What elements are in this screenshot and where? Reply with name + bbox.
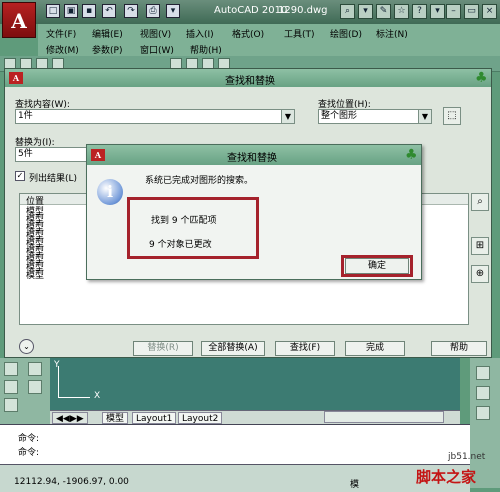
message-title: 查找和替换 <box>227 153 277 164</box>
wrench-icon[interactable]: ✎ <box>376 4 391 19</box>
menu-format[interactable]: 格式(O) <box>232 27 264 40</box>
dialog-title: 查找和替换 <box>225 76 275 87</box>
message-text: 系统已完成对图形的搜索。 <box>145 176 254 186</box>
help-dropdown-icon[interactable]: ▾ <box>430 4 445 19</box>
minimize-icon[interactable]: – <box>446 4 461 19</box>
menu-dimension[interactable]: 标注(N) <box>376 27 408 40</box>
search-dropdown-icon[interactable]: ▾ <box>358 4 373 19</box>
location-value: 整个图形 <box>321 111 358 121</box>
help-button[interactable]: 帮助 <box>431 341 487 356</box>
find-input[interactable]: 1件 ▼ <box>15 109 295 124</box>
menu-file[interactable]: 文件(F) <box>46 27 76 40</box>
zoom-to-icon[interactable]: ⌕ <box>471 193 489 211</box>
redo-icon[interactable]: ↷ <box>124 4 138 18</box>
autocad-mini-icon: A <box>91 149 105 161</box>
menu-draw[interactable]: 绘图(D) <box>330 27 362 40</box>
menu-window[interactable]: 窗口(W) <box>140 43 174 56</box>
document-title: 1290.dwg <box>278 5 328 16</box>
app-title: AutoCAD 2010 <box>214 5 288 16</box>
expand-options-icon[interactable]: ⌄ <box>19 339 34 354</box>
restore-icon[interactable]: ▭ <box>464 4 479 19</box>
binoculars-icon[interactable]: ⌕ <box>340 4 355 19</box>
location-select[interactable]: 整个图形 ▼ <box>318 109 432 124</box>
clover-icon: ♣ <box>405 147 418 163</box>
menu-insert[interactable]: 插入(I) <box>186 27 214 40</box>
clover-icon: ♣ <box>475 70 488 86</box>
tool-icon[interactable] <box>4 398 18 412</box>
tab-layout2[interactable]: Layout2 <box>178 412 223 424</box>
list-item[interactable]: 模型 <box>26 272 44 281</box>
watermark-site: jb51.net <box>448 452 486 462</box>
select-objects-icon[interactable]: ⬚ <box>443 107 461 125</box>
tool-icon[interactable] <box>476 366 490 380</box>
command-line: 命令: <box>18 448 40 458</box>
ucs-y-label: Y <box>54 360 60 370</box>
chevron-down-icon[interactable]: ▼ <box>418 110 431 123</box>
save-icon[interactable]: ▪ <box>82 4 96 18</box>
undo-icon[interactable]: ↶ <box>102 4 116 18</box>
autocad-logo-icon[interactable]: A <box>2 2 36 38</box>
chevron-down-icon[interactable]: ▼ <box>281 110 294 123</box>
tab-nav-arrows[interactable]: ◀◀▶▶ <box>52 412 88 424</box>
find-button[interactable]: 查找(F) <box>275 341 335 356</box>
status-model[interactable]: 模 <box>350 477 359 490</box>
list-results-checkbox[interactable]: ✓ <box>15 171 25 181</box>
menu-modify[interactable]: 修改(M) <box>46 43 79 56</box>
tool-icon[interactable] <box>28 380 42 394</box>
find-value: 1件 <box>18 111 33 121</box>
list-results-label: 列出结果(L) <box>29 174 78 184</box>
close-icon[interactable]: × <box>482 4 497 19</box>
matches-found-text: 找到 9 个匹配项 <box>151 216 217 226</box>
drawing-canvas[interactable] <box>50 358 460 410</box>
menu-tools[interactable]: 工具(T) <box>284 27 315 40</box>
help-icon[interactable]: ? <box>412 4 427 19</box>
message-dialog: A 查找和替换 ♣ i 系统已完成对图形的搜索。 找到 9 个匹配项 9 个对象… <box>86 144 422 280</box>
print-icon[interactable]: ⎙ <box>146 4 160 18</box>
done-button[interactable]: 完成 <box>345 341 405 356</box>
create-selection-icon[interactable]: ⊞ <box>471 237 489 255</box>
replace-button[interactable]: 替换(R) <box>133 341 193 356</box>
objects-changed-text: 9 个对象已更改 <box>149 240 212 250</box>
dialog-title-bar: A 查找和替换 ♣ <box>5 69 491 87</box>
tool-icon[interactable] <box>4 380 18 394</box>
tool-icon[interactable] <box>4 362 18 376</box>
add-selection-icon[interactable]: ⊕ <box>471 265 489 283</box>
ok-button[interactable]: 确定 <box>345 258 409 274</box>
column-location: 位置 <box>26 197 45 207</box>
message-title-bar: A 查找和替换 ♣ <box>87 145 421 165</box>
menu-view[interactable]: 视图(V) <box>140 27 171 40</box>
menu-parametric[interactable]: 参数(P) <box>92 43 122 56</box>
horizontal-scrollbar[interactable] <box>324 411 444 423</box>
tool-icon[interactable] <box>476 406 490 420</box>
menu-help[interactable]: 帮助(H) <box>190 43 222 56</box>
menu-edit[interactable]: 编辑(E) <box>92 27 123 40</box>
ucs-x-label: X <box>94 391 101 401</box>
tool-icon[interactable] <box>476 386 490 400</box>
new-icon[interactable]: □ <box>46 4 60 18</box>
autocad-mini-icon: A <box>9 72 23 84</box>
ucs-icon <box>58 366 90 398</box>
tab-layout1[interactable]: Layout1 <box>132 412 177 424</box>
replace-all-button[interactable]: 全部替换(A) <box>201 341 265 356</box>
baidu-watermark: Bai <box>360 440 393 461</box>
dropdown-icon[interactable]: ▾ <box>166 4 180 18</box>
replace-value: 5件 <box>18 149 33 159</box>
command-line: 命令: <box>18 434 40 444</box>
info-icon: i <box>97 179 123 205</box>
tool-icon[interactable] <box>28 362 42 376</box>
open-icon[interactable]: ▣ <box>64 4 78 18</box>
coordinates-readout: 12112.94, -1906.97, 0.00 <box>14 477 129 487</box>
tab-model[interactable]: 模型 <box>102 412 129 424</box>
watermark-text: 脚本之家 <box>416 468 477 486</box>
star-icon[interactable]: ☆ <box>394 4 409 19</box>
